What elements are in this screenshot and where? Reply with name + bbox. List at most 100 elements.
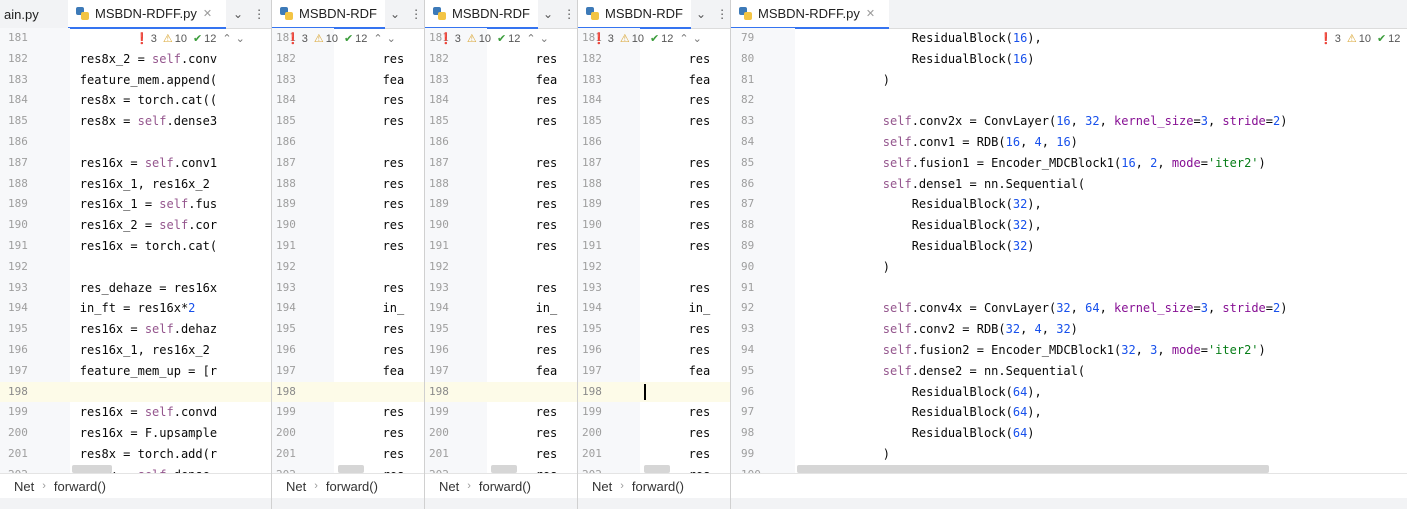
breadcrumb-item[interactable]: Net	[439, 479, 459, 494]
code-line[interactable]: 189 res	[425, 194, 577, 215]
code-editor[interactable]: 181 182 res8x_2 = self.conv 183 feature_me…	[0, 28, 271, 482]
breadcrumb-item[interactable]: Net	[14, 479, 34, 494]
more-options-icon[interactable]: ⋮	[716, 7, 728, 21]
code-line[interactable]: 197 fea	[578, 361, 730, 382]
code-line[interactable]: 92 self.conv4x = ConvLayer(32, 64, kerne…	[731, 298, 1407, 319]
code-line[interactable]: 87 ResidualBlock(32),	[731, 194, 1407, 215]
file-tab[interactable]: MSBDN-RDF	[272, 0, 385, 29]
code-line[interactable]: 185 res	[578, 111, 730, 132]
code-line[interactable]: 191 res	[425, 236, 577, 257]
code-line[interactable]: 190 res	[425, 215, 577, 236]
code-line[interactable]: 185 res	[272, 111, 424, 132]
code-line[interactable]: 195 res16x = self.dehaz	[0, 319, 271, 340]
code-line[interactable]: 184 res	[578, 90, 730, 111]
code-line[interactable]: 88 ResidualBlock(32),	[731, 215, 1407, 236]
code-line[interactable]: 199 res	[578, 402, 730, 423]
code-line[interactable]: 192	[425, 257, 577, 278]
code-line[interactable]: 189 res16x_1 = self.fus	[0, 194, 271, 215]
inspection-widget[interactable]: ❗ 3 ⚠ 10 ✔ 12 ⌃ ⌄	[286, 32, 396, 46]
tab-list-dropdown-icon[interactable]: ⌄	[543, 7, 553, 21]
code-line[interactable]: 201 res	[425, 444, 577, 465]
code-line[interactable]: 190 res	[272, 215, 424, 236]
code-line[interactable]: 193 res	[425, 278, 577, 299]
code-line[interactable]: 189 res	[578, 194, 730, 215]
chevron-down-icon[interactable]: ⌄	[540, 32, 549, 45]
code-line[interactable]: 188 res	[272, 174, 424, 195]
code-line[interactable]: 199 res16x = self.convd	[0, 402, 271, 423]
code-line[interactable]: 195 res	[272, 319, 424, 340]
code-line[interactable]: 197 fea	[425, 361, 577, 382]
code-editor[interactable]: 79 ResidualBlock(16), 80 ResidualBlock(16…	[731, 28, 1407, 481]
code-line[interactable]: 89 ResidualBlock(32)	[731, 236, 1407, 257]
inspection-widget[interactable]: ❗ 3 ⚠ 10 ✔ 12 ⌃ ⌄	[439, 32, 549, 46]
chevron-up-icon[interactable]: ⌃	[373, 32, 382, 45]
code-line[interactable]: 184 res	[272, 90, 424, 111]
code-line[interactable]: 84 self.conv1 = RDB(16, 4, 16)	[731, 132, 1407, 153]
close-tab-icon[interactable]: ✕	[866, 7, 875, 20]
code-line[interactable]: 194 in_	[272, 298, 424, 319]
code-line[interactable]: 186	[578, 132, 730, 153]
file-tab[interactable]: MSBDN-RDFF.py ✕	[731, 0, 889, 29]
code-line[interactable]: 195 res	[425, 319, 577, 340]
code-line[interactable]: 191 res	[272, 236, 424, 257]
code-line[interactable]: 193 res_dehaze = res16x	[0, 278, 271, 299]
tab-list-dropdown-icon[interactable]: ⌄	[696, 7, 706, 21]
code-line[interactable]: 197 feature_mem_up = [r	[0, 361, 271, 382]
code-line[interactable]: 200 res	[425, 423, 577, 444]
code-editor[interactable]: 181 182 res 183 fea 184 res 185 res 186 187 re…	[578, 28, 730, 482]
code-line[interactable]: 184 res	[425, 90, 577, 111]
horizontal-scrollbar[interactable]	[644, 465, 670, 473]
code-line[interactable]: 188 res16x_1, res16x_2	[0, 174, 271, 195]
code-line[interactable]: 194 in_	[425, 298, 577, 319]
code-line[interactable]: 82	[731, 90, 1407, 111]
code-line[interactable]: 201 res	[272, 444, 424, 465]
code-line[interactable]: 83 self.conv2x = ConvLayer(16, 32, kerne…	[731, 111, 1407, 132]
breadcrumb-item[interactable]: forward()	[54, 479, 106, 494]
code-line[interactable]: 192	[272, 257, 424, 278]
chevron-up-icon[interactable]: ⌃	[222, 32, 231, 45]
code-line[interactable]: 186	[272, 132, 424, 153]
code-line[interactable]: 194 in_	[578, 298, 730, 319]
code-line[interactable]: 196 res	[578, 340, 730, 361]
code-line[interactable]: 186	[0, 132, 271, 153]
code-line[interactable]: 197 fea	[272, 361, 424, 382]
breadcrumb-item[interactable]: Net	[286, 479, 306, 494]
code-line[interactable]: 196 res	[272, 340, 424, 361]
code-line[interactable]: 187 res	[578, 153, 730, 174]
code-editor[interactable]: 181 182 res 183 fea 184 res 185 res 186 187 re…	[272, 28, 424, 482]
code-line[interactable]: 196 res16x_1, res16x_2	[0, 340, 271, 361]
breadcrumb-item[interactable]: forward()	[326, 479, 378, 494]
code-line[interactable]: 182 res	[578, 49, 730, 70]
chevron-down-icon[interactable]: ⌄	[693, 32, 702, 45]
code-line[interactable]: 188 res	[425, 174, 577, 195]
chevron-down-icon[interactable]: ⌄	[387, 32, 396, 45]
code-line[interactable]: 186	[425, 132, 577, 153]
code-line[interactable]: 85 self.fusion1 = Encoder_MDCBlock1(16, …	[731, 153, 1407, 174]
code-line[interactable]: 98 ResidualBlock(64)	[731, 423, 1407, 444]
code-line[interactable]: 187 res16x = self.conv1	[0, 153, 271, 174]
code-line[interactable]: 183 fea	[578, 70, 730, 91]
code-line[interactable]: 182 res8x_2 = self.conv	[0, 49, 271, 70]
code-line[interactable]: 198	[425, 381, 577, 403]
code-line[interactable]: 201 res	[578, 444, 730, 465]
code-line[interactable]: 185 res	[425, 111, 577, 132]
code-line[interactable]: 185 res8x = self.dense3	[0, 111, 271, 132]
code-line[interactable]: 187 res	[425, 153, 577, 174]
code-line[interactable]: 81 )	[731, 70, 1407, 91]
code-line[interactable]: 191 res16x = torch.cat(	[0, 236, 271, 257]
code-line[interactable]: 198	[0, 381, 271, 403]
code-line[interactable]: 187 res	[272, 153, 424, 174]
code-line[interactable]: 184 res8x = torch.cat((	[0, 90, 271, 111]
code-line[interactable]: 194 in_ft = res16x*2	[0, 298, 271, 319]
code-line[interactable]: 199 res	[272, 402, 424, 423]
code-line[interactable]: 183 fea	[272, 70, 424, 91]
code-line[interactable]: 188 res	[578, 174, 730, 195]
code-line[interactable]: 95 self.dense2 = nn.Sequential(	[731, 361, 1407, 382]
code-line[interactable]: 93 self.conv2 = RDB(32, 4, 32)	[731, 319, 1407, 340]
code-line[interactable]: 182 res	[425, 49, 577, 70]
chevron-down-icon[interactable]: ⌄	[236, 32, 245, 45]
code-line[interactable]: 192	[0, 257, 271, 278]
horizontal-scrollbar[interactable]	[338, 465, 364, 473]
breadcrumb-item[interactable]: forward()	[479, 479, 531, 494]
chevron-up-icon[interactable]: ⌃	[526, 32, 535, 45]
